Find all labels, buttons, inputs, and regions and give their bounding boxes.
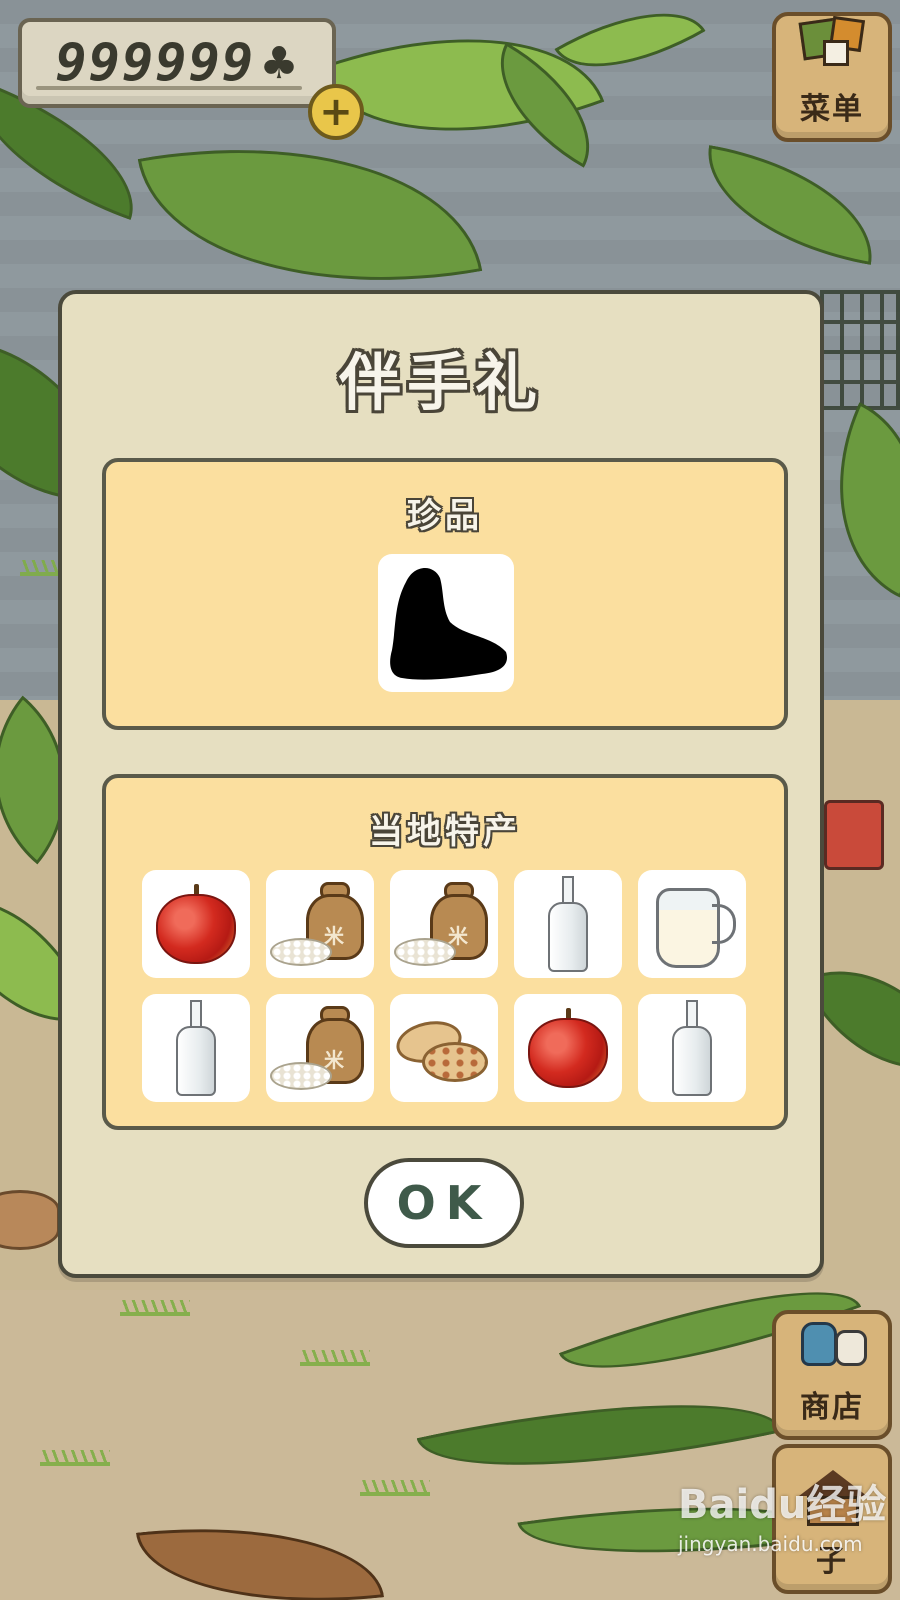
shop-button-label: 商店 xyxy=(800,1390,864,1425)
apple-icon xyxy=(528,1008,608,1088)
item-tile-rice[interactable]: 米 xyxy=(266,994,374,1102)
shop-button[interactable]: 商店 xyxy=(772,1310,892,1440)
milk-jug-icon xyxy=(652,880,738,970)
local-section-title: 当地特产 xyxy=(369,812,521,852)
unknown-item-silhouette-icon xyxy=(390,567,507,680)
watermark-brand: Baidu经验 xyxy=(678,1482,887,1528)
shop-icon xyxy=(787,1316,877,1376)
baidu-watermark: Baidu经验 jingyan.baidu.com xyxy=(678,1472,888,1582)
rare-item-tile[interactable] xyxy=(378,554,514,692)
item-tile-bottle[interactable] xyxy=(638,994,746,1102)
menu-button[interactable]: 菜单 xyxy=(772,12,892,142)
rice-bag-icon: 米 xyxy=(266,994,374,1102)
item-tile-rice[interactable]: 米 xyxy=(390,870,498,978)
local-item-grid: 米 米 米 xyxy=(142,870,752,1106)
clover-icon: ♣ xyxy=(259,37,299,89)
counter-underline xyxy=(36,86,302,90)
item-tile-bottle[interactable] xyxy=(142,994,250,1102)
game-screen: 999999 ♣ + 菜单 商店 子 伴手礼 珍品 当地特产 米 米 米 OK … xyxy=(0,0,900,1600)
rare-item-section: 珍品 xyxy=(102,458,788,730)
item-tile-apple[interactable] xyxy=(142,870,250,978)
item-tile-milk[interactable] xyxy=(638,870,746,978)
background-grass xyxy=(360,1480,430,1496)
background-grass xyxy=(120,1300,190,1316)
background-stump xyxy=(0,1190,60,1250)
item-tile-bottle[interactable] xyxy=(514,870,622,978)
apple-icon xyxy=(156,884,236,964)
rice-bag-icon: 米 xyxy=(266,870,374,978)
clover-counter: 999999 ♣ xyxy=(18,18,336,108)
item-tile-biscuit[interactable] xyxy=(390,994,498,1102)
background-grass xyxy=(300,1350,370,1366)
add-clover-button[interactable]: + xyxy=(308,84,364,140)
background-mailbox xyxy=(824,800,884,870)
rice-bag-icon: 米 xyxy=(390,870,498,978)
clover-count: 999999 xyxy=(55,33,256,93)
item-tile-rice[interactable]: 米 xyxy=(266,870,374,978)
item-tile-apple[interactable] xyxy=(514,994,622,1102)
menu-button-label: 菜单 xyxy=(800,92,864,127)
bottle-icon xyxy=(672,1000,712,1098)
local-specialty-section: 当地特产 米 米 米 xyxy=(102,774,788,1130)
menu-icon xyxy=(787,15,877,78)
bottle-icon xyxy=(548,876,588,974)
background-fence xyxy=(820,290,900,410)
watermark-url: jingyan.baidu.com xyxy=(678,1532,863,1556)
rare-section-title: 珍品 xyxy=(407,496,483,536)
ok-button[interactable]: OK xyxy=(364,1158,524,1248)
background-grass xyxy=(40,1450,110,1466)
biscuit-icon xyxy=(390,994,498,1102)
souvenir-dialog: 伴手礼 珍品 当地特产 米 米 米 OK xyxy=(58,290,824,1278)
dialog-title: 伴手礼 xyxy=(338,346,543,419)
bottle-icon xyxy=(176,1000,216,1098)
